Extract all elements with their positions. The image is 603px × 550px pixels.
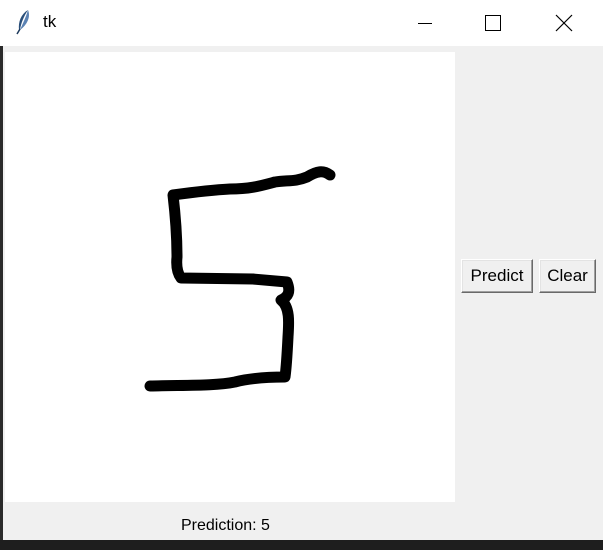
close-icon <box>555 14 573 32</box>
title-bar[interactable]: tk <box>0 0 603 46</box>
clear-button[interactable]: Clear <box>539 259 596 293</box>
drawing-canvas[interactable] <box>5 52 455 502</box>
prediction-label: Prediction: 5 <box>181 517 270 534</box>
background-window-peek <box>0 540 603 550</box>
maximize-icon <box>485 15 501 31</box>
feather-icon <box>16 10 30 35</box>
app-window: tk Predict Clear Prediction: 5 <box>0 0 603 550</box>
window-title: tk <box>43 12 57 31</box>
digit-drawing <box>144 166 336 392</box>
maximize-button[interactable] <box>463 0 523 46</box>
minimize-button[interactable] <box>395 0 455 46</box>
minimize-icon <box>418 23 432 24</box>
close-button[interactable] <box>534 0 594 46</box>
background-edge <box>0 46 3 540</box>
predict-button[interactable]: Predict <box>461 259 533 293</box>
